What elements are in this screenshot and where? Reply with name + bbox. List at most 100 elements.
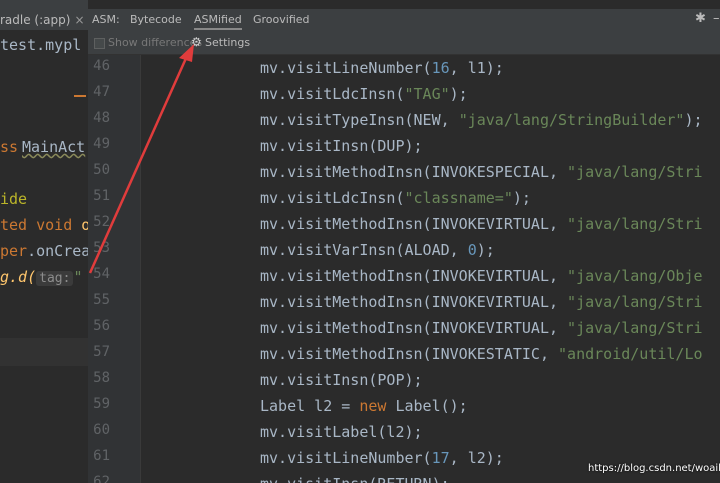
- close-icon[interactable]: ×: [74, 13, 84, 27]
- code-text: mv.visitMethodInsn(INVOKEVIRTUAL, "java/…: [260, 315, 703, 341]
- string-literal: "android/util/Lo: [558, 345, 703, 363]
- line-number: 49: [93, 136, 110, 152]
- code-line-method[interactable]: ted void o: [0, 216, 88, 234]
- code-token: mv.visitMethodInsn(INVOKEVIRTUAL,: [260, 215, 568, 233]
- code-row[interactable]: 49 mv.visitInsn(DUP);: [88, 133, 720, 159]
- line-number: 47: [93, 84, 110, 100]
- code-token: mv.visitInsn(RETURN);: [260, 475, 450, 483]
- code-text: mv.visitMethodInsn(INVOKESPECIAL, "java/…: [260, 159, 703, 185]
- code-row[interactable]: 55 mv.visitMethodInsn(INVOKEVIRTUAL, "jav…: [88, 289, 720, 315]
- annotation-text: ide: [0, 190, 28, 208]
- fold-marker: [74, 95, 86, 97]
- code-token: Label();: [386, 397, 468, 415]
- code-token: mv.visitLineNumber(: [260, 449, 432, 467]
- current-line-highlight: [0, 338, 88, 366]
- class-name[interactable]: MainAct: [22, 138, 85, 156]
- tab-asmified[interactable]: ASMified: [194, 13, 242, 30]
- code-row[interactable]: 57 mv.visitMethodInsn(INVOKESTATIC, "andr…: [88, 341, 720, 367]
- code-token: mv.visitMethodInsn(INVOKEVIRTUAL,: [260, 293, 568, 311]
- line-number: 53: [93, 240, 110, 256]
- code-line-class[interactable]: ss: [0, 138, 18, 156]
- asmified-code-area[interactable]: 46 mv.visitLineNumber(16, l1); 47 mv.visitL…: [88, 55, 720, 483]
- code-token: , l1);: [449, 59, 504, 77]
- show-differences-label: Show differences: [108, 36, 203, 49]
- code-token: mv.visitMethodInsn(INVOKEVIRTUAL,: [260, 267, 568, 285]
- code-row[interactable]: 50 mv.visitMethodInsn(INVOKESPECIAL, "jav…: [88, 159, 720, 185]
- code-text: mv.visitMethodInsn(INVOKEVIRTUAL, "java/…: [260, 211, 703, 237]
- code-text: mv.visitInsn(RETURN);: [260, 471, 450, 483]
- code-row[interactable]: 56 mv.visitMethodInsn(INVOKEVIRTUAL, "jav…: [88, 315, 720, 341]
- string-literal: "java/lang/Stri: [567, 319, 703, 337]
- code-row[interactable]: 60 mv.visitLabel(l2);: [88, 419, 720, 445]
- code-token: mv.visitTypeInsn(NEW,: [260, 111, 459, 129]
- code-token: , l2);: [449, 449, 504, 467]
- code-text: mv.visitMethodInsn(INVOKEVIRTUAL, "java/…: [260, 263, 703, 289]
- code-text: mv.visitMethodInsn(INVOKEVIRTUAL, "java/…: [260, 289, 703, 315]
- asm-panel: ASM: Bytecode ASMified Groovified ✱ – Sh…: [88, 0, 720, 483]
- editor-tab[interactable]: radle (:app) ×: [0, 10, 88, 30]
- string-literal: "java/lang/Obje: [567, 267, 703, 285]
- asm-tab-bar: ASM: Bytecode ASMified Groovified ✱ –: [88, 9, 720, 32]
- code-line-annotation[interactable]: ide: [0, 190, 27, 208]
- code-text: mv.visitTypeInsn(NEW, "java/lang/StringB…: [260, 107, 703, 133]
- left-editor-pane: radle (:app) × test.mypl ss MainAct ide t…: [0, 0, 88, 483]
- code-line-log[interactable]: g.d(tag: ": [0, 268, 82, 286]
- code-token: mv.visitInsn(POP);: [260, 371, 423, 389]
- code-line-package[interactable]: test.mypl: [0, 36, 81, 54]
- code-row[interactable]: 59 Label l2 = new Label();: [88, 393, 720, 419]
- code-token: mv.visitLineNumber(: [260, 59, 432, 77]
- code-text: Label l2 = new Label();: [260, 393, 468, 419]
- string-literal: "java/lang/StringBuilder": [458, 111, 685, 129]
- line-number: 60: [93, 422, 110, 438]
- number-literal: 16: [431, 59, 450, 77]
- code-line-super[interactable]: per.onCrea: [0, 242, 88, 260]
- code-text: mv.visitVarInsn(ALOAD, 0);: [260, 237, 495, 263]
- tab-bytecode[interactable]: Bytecode: [130, 13, 182, 26]
- line-number: 52: [93, 214, 110, 230]
- code-row[interactable]: 51 mv.visitLdcInsn("classname=");: [88, 185, 720, 211]
- line-number: 48: [93, 110, 110, 126]
- string-literal: "java/lang/Stri: [567, 293, 703, 311]
- method-name-fragment: o: [81, 216, 88, 234]
- gear-icon[interactable]: ✱: [695, 11, 706, 26]
- code-token: mv.visitLabel(l2);: [260, 423, 423, 441]
- param-hint: tag:: [36, 271, 74, 286]
- code-text: mv.visitInsn(POP);: [260, 367, 423, 393]
- code-row[interactable]: 53 mv.visitVarInsn(ALOAD, 0);: [88, 237, 720, 263]
- code-row[interactable]: 48 mv.visitTypeInsn(NEW, "java/lang/Strin…: [88, 107, 720, 133]
- code-row[interactable]: 54 mv.visitMethodInsn(INVOKEVIRTUAL, "jav…: [88, 263, 720, 289]
- settings-button[interactable]: Settings: [205, 36, 250, 49]
- code-row[interactable]: 52 mv.visitMethodInsn(INVOKEVIRTUAL, "jav…: [88, 211, 720, 237]
- code-token: mv.visitMethodInsn(INVOKESTATIC,: [260, 345, 559, 363]
- asm-label: ASM:: [92, 13, 120, 26]
- line-number: 61: [93, 448, 110, 464]
- line-number: 51: [93, 188, 110, 204]
- code-token: mv.visitMethodInsn(INVOKESPECIAL,: [260, 163, 568, 181]
- code-row[interactable]: 58 mv.visitInsn(POP);: [88, 367, 720, 393]
- code-token: mv.visitLdcInsn(: [260, 85, 405, 103]
- code-row[interactable]: 46 mv.visitLineNumber(16, l1);: [88, 55, 720, 81]
- settings-gear-icon[interactable]: ⚙: [191, 35, 202, 49]
- code-row[interactable]: 47 mv.visitLdcInsn("TAG");: [88, 81, 720, 107]
- code-token: );: [512, 189, 531, 207]
- keyword: new: [359, 397, 387, 415]
- show-differences-checkbox[interactable]: [94, 38, 105, 49]
- watermark: https://blog.csdn.net/woailiqy: [588, 463, 720, 474]
- method-text: ted void: [0, 216, 82, 234]
- log-string-start: ": [73, 268, 83, 286]
- string-literal: "TAG": [404, 85, 450, 103]
- string-literal: "classname=": [404, 189, 513, 207]
- super-keyword: per: [0, 242, 28, 260]
- asm-options-toolbar: Show differences ⚙ Settings: [88, 32, 720, 55]
- minimize-icon[interactable]: –: [713, 11, 720, 26]
- line-number: 56: [93, 318, 110, 334]
- string-literal: "java/lang/Stri: [567, 163, 703, 181]
- code-token: mv.visitInsn(DUP);: [260, 137, 423, 155]
- left-toolbar-strip: [0, 0, 88, 10]
- number-literal: 17: [431, 449, 450, 467]
- line-number: 55: [93, 292, 110, 308]
- line-number: 58: [93, 370, 110, 386]
- number-literal: 0: [467, 241, 477, 259]
- class-name-text: MainAct: [22, 138, 86, 156]
- tab-groovified[interactable]: Groovified: [253, 13, 310, 26]
